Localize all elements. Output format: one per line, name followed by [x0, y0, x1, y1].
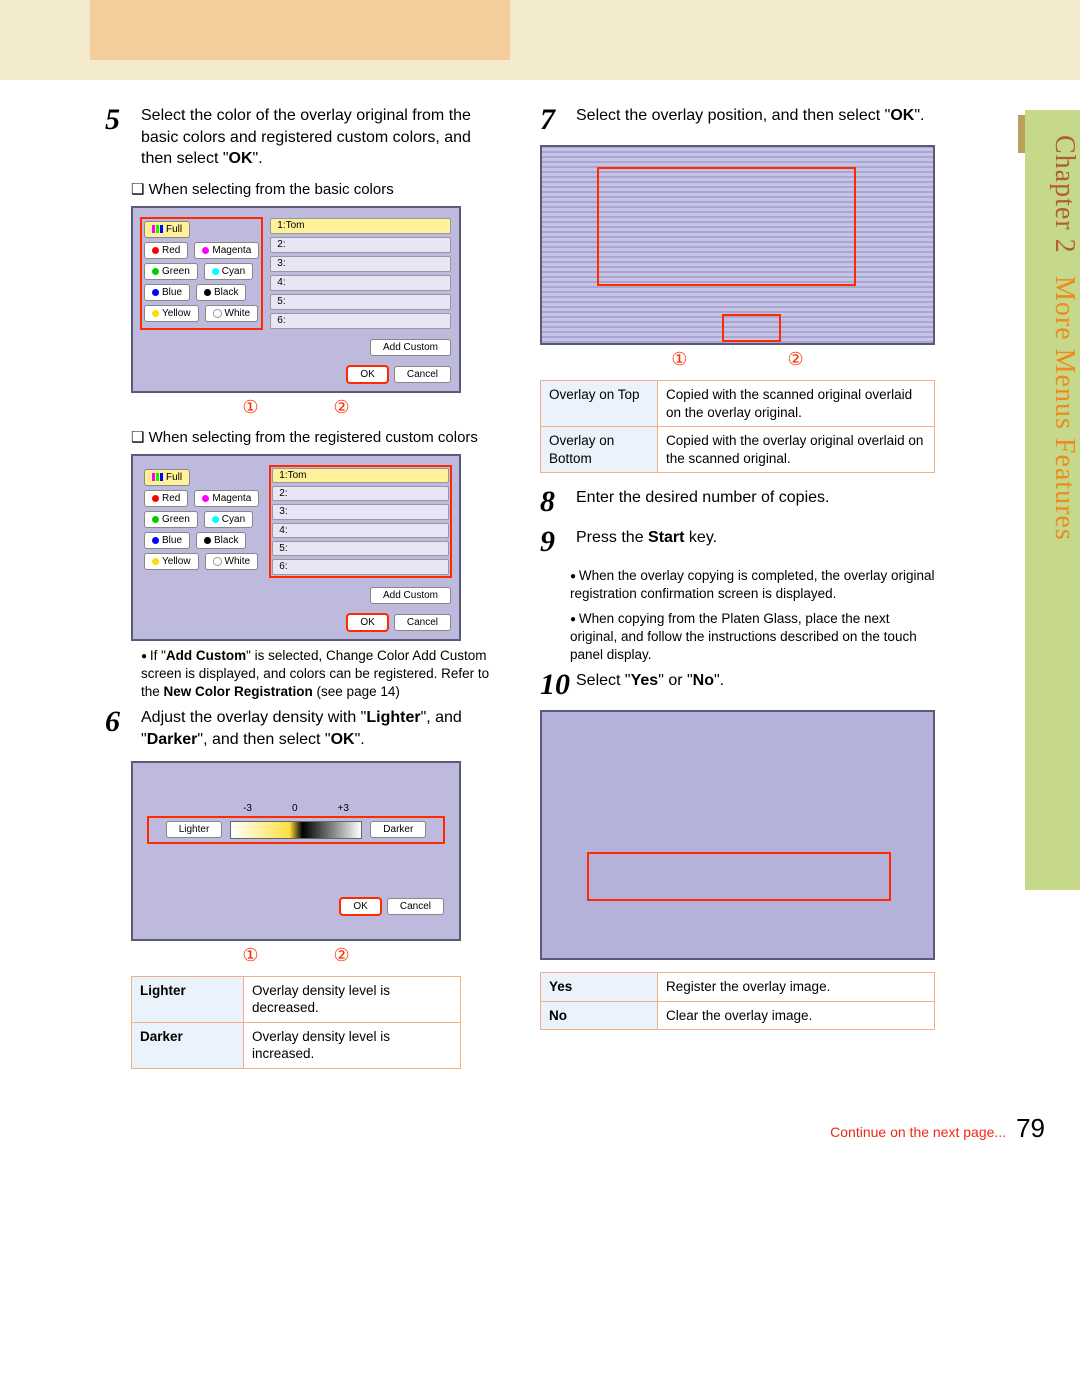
ok-button[interactable]: OK [347, 614, 387, 631]
color-magenta[interactable]: Magenta [194, 490, 259, 507]
callout-1: ① [242, 397, 258, 418]
continue-text: Continue on the next page... [830, 1124, 1006, 1140]
step-6: 6 Adjust the overlay density with "Light… [105, 707, 500, 750]
page-footer: Continue on the next page... 79 [0, 1113, 1080, 1164]
step-number: 8 [540, 487, 576, 517]
callout-1: ① [671, 349, 687, 370]
step-number: 7 [540, 105, 576, 135]
yes-no-screenshot [540, 710, 935, 960]
color-yellow[interactable]: Yellow [144, 305, 199, 322]
custom-slot-3[interactable]: 3: [272, 504, 449, 519]
add-custom-button[interactable]: Add Custom [370, 587, 451, 604]
color-cyan[interactable]: Cyan [204, 263, 253, 280]
color-full[interactable]: Full [144, 469, 190, 486]
note-custom-colors: When selecting from the registered custo… [131, 428, 500, 446]
step-10: 10 Select "Yes" or "No". [540, 670, 935, 700]
density-table: LighterOverlay density level is decrease… [131, 976, 461, 1069]
custom-slot-5[interactable]: 5: [272, 541, 449, 556]
note-basic-colors: When selecting from the basic colors [131, 180, 500, 198]
color-black[interactable]: Black [196, 532, 246, 549]
color-blue[interactable]: Blue [144, 532, 190, 549]
yesno-table: YesRegister the overlay image. NoClear t… [540, 972, 935, 1030]
step-8: 8 Enter the desired number of copies. [540, 487, 935, 517]
lighter-button[interactable]: Lighter [166, 821, 223, 838]
callout-2: ② [788, 349, 804, 370]
color-white[interactable]: White [205, 305, 259, 322]
note-overlay-complete: When the overlay copying is completed, t… [570, 567, 935, 603]
table-row: Overlay on BottomCopied with the overlay… [541, 427, 935, 473]
custom-slot-1[interactable]: 1:Tom [270, 218, 451, 234]
table-row: YesRegister the overlay image. [541, 973, 935, 1002]
note-add-custom: If "Add Custom" is selected, Change Colo… [141, 647, 500, 702]
step-text: Select the color of the overlay original… [141, 105, 500, 170]
cancel-button[interactable]: Cancel [387, 898, 444, 915]
color-cyan[interactable]: Cyan [204, 511, 253, 528]
color-panel-basic: Full Red Magenta Green Cyan Blue Black [131, 206, 461, 393]
callout-row: ① ② [540, 349, 935, 370]
step-7: 7 Select the overlay position, and then … [540, 105, 935, 135]
cancel-button[interactable]: Cancel [394, 614, 451, 631]
custom-slot-6[interactable]: 6: [270, 313, 451, 329]
custom-slot-5[interactable]: 5: [270, 294, 451, 310]
step-number: 10 [540, 670, 576, 700]
color-full[interactable]: Full [144, 221, 190, 238]
step-9: 9 Press the Start key. [540, 527, 935, 557]
overlay-table: Overlay on TopCopied with the scanned or… [540, 380, 935, 473]
color-green[interactable]: Green [144, 263, 198, 280]
table-row: DarkerOverlay density level is increased… [132, 1022, 461, 1068]
density-gradient [230, 821, 362, 839]
header-strip [0, 0, 1080, 80]
color-panel-custom: Full Red Magenta Green Cyan Blue Black [131, 454, 461, 641]
custom-slot-3[interactable]: 3: [270, 256, 451, 272]
step-text: Select "Yes" or "No". [576, 670, 935, 700]
callout-2: ② [334, 945, 350, 966]
custom-slot-6[interactable]: 6: [272, 559, 449, 574]
ok-button[interactable]: OK [347, 366, 387, 383]
color-magenta[interactable]: Magenta [194, 242, 259, 259]
add-custom-button[interactable]: Add Custom [370, 339, 451, 356]
step-5: 5 Select the color of the overlay origin… [105, 105, 500, 170]
callout-row: ① ② [131, 397, 461, 418]
color-white[interactable]: White [205, 553, 259, 570]
overlay-position-screenshot [540, 145, 935, 345]
color-yellow[interactable]: Yellow [144, 553, 199, 570]
cancel-button[interactable]: Cancel [394, 366, 451, 383]
step-number: 6 [105, 707, 141, 750]
header-inner-box [90, 0, 510, 60]
color-red[interactable]: Red [144, 242, 188, 259]
custom-slot-1[interactable]: 1:Tom [272, 468, 449, 483]
table-row: LighterOverlay density level is decrease… [132, 976, 461, 1022]
step-text: Adjust the overlay density with "Lighter… [141, 707, 500, 750]
density-panel: -3 0 +3 Lighter Darker OK Cancel [131, 761, 461, 941]
callout-2: ② [334, 397, 350, 418]
step-number: 5 [105, 105, 141, 170]
custom-slot-2[interactable]: 2: [270, 237, 451, 253]
step-text: Enter the desired number of copies. [576, 487, 935, 517]
step-number: 9 [540, 527, 576, 557]
custom-slot-4[interactable]: 4: [270, 275, 451, 291]
color-blue[interactable]: Blue [144, 284, 190, 301]
step-text: Press the Start key. [576, 527, 935, 557]
custom-slot-4[interactable]: 4: [272, 523, 449, 538]
darker-button[interactable]: Darker [370, 821, 426, 838]
color-green[interactable]: Green [144, 511, 198, 528]
color-red[interactable]: Red [144, 490, 188, 507]
page-number: 79 [1016, 1113, 1045, 1144]
callout-1: ① [242, 945, 258, 966]
step-text: Select the overlay position, and then se… [576, 105, 935, 135]
ok-button[interactable]: OK [340, 898, 380, 915]
table-row: Overlay on TopCopied with the scanned or… [541, 381, 935, 427]
color-black[interactable]: Black [196, 284, 246, 301]
table-row: NoClear the overlay image. [541, 1001, 935, 1030]
custom-slot-2[interactable]: 2: [272, 486, 449, 501]
callout-row: ① ② [131, 945, 461, 966]
note-platen-glass: When copying from the Platen Glass, plac… [570, 610, 935, 665]
